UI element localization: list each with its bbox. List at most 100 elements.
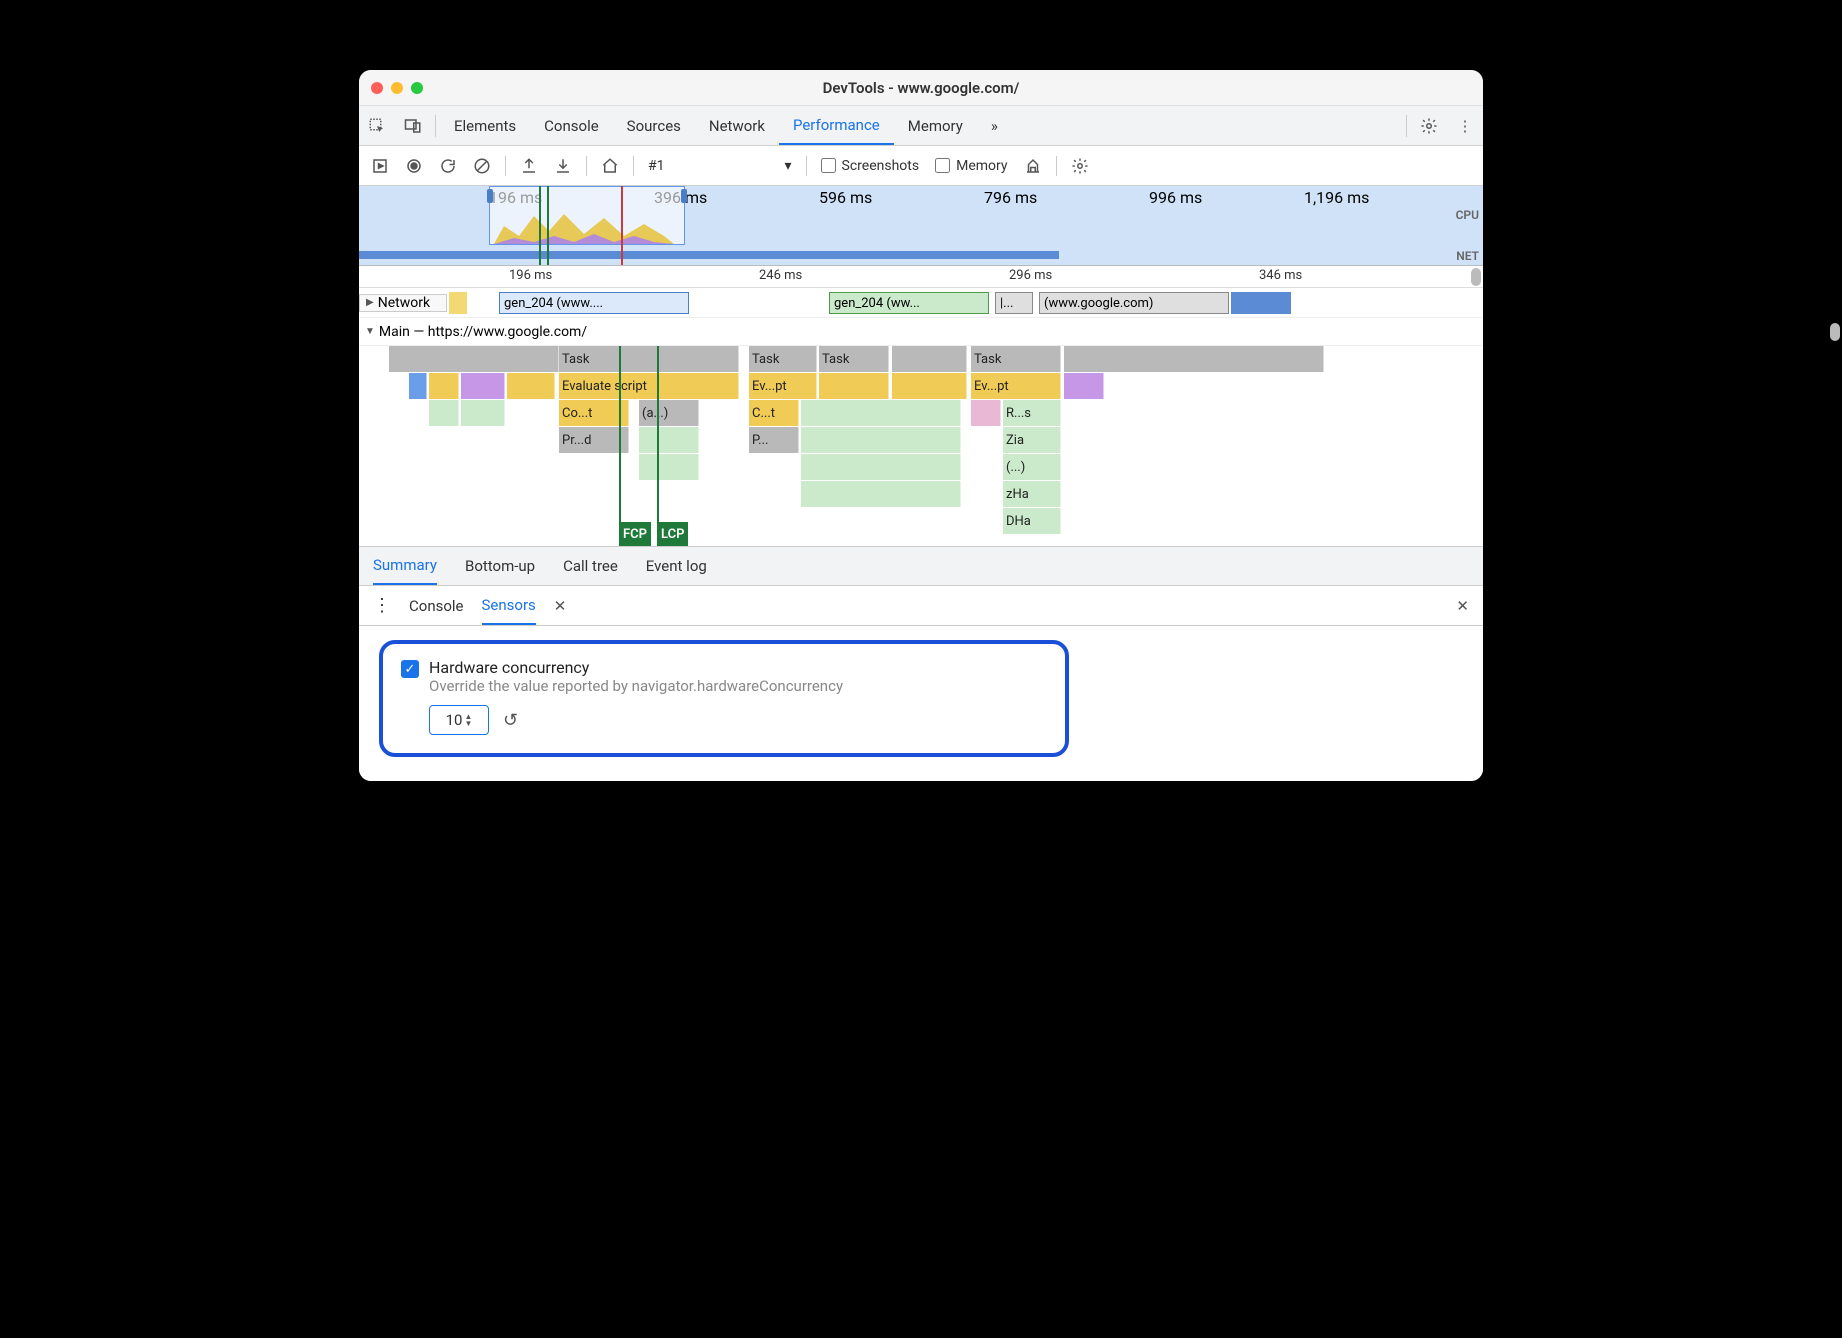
kebab-menu-icon[interactable]: ⋮ — [1447, 117, 1483, 135]
flame-bar[interactable]: zHa — [1003, 481, 1061, 507]
tab-event-log[interactable]: Event log — [646, 547, 707, 585]
memory-checkbox[interactable]: Memory — [935, 158, 1007, 174]
network-request-bar[interactable]: (www.google.com) — [1039, 292, 1229, 314]
home-icon[interactable] — [593, 149, 627, 183]
net-activity — [359, 251, 1059, 259]
flame-bar[interactable]: Ev...pt — [971, 373, 1061, 399]
network-request-bar[interactable]: gen_204 (ww... — [829, 292, 989, 314]
flame-bar[interactable] — [389, 346, 559, 372]
flame-bar[interactable]: R...s — [1003, 400, 1061, 426]
network-track-header[interactable]: ▶Network — [359, 294, 447, 312]
network-track[interactable]: ▶Network gen_204 (www.... gen_204 (ww... |… — [359, 288, 1483, 318]
upload-icon[interactable] — [512, 149, 546, 183]
selection-handle-left[interactable] — [487, 189, 493, 203]
cpu-activity — [494, 206, 674, 244]
overview-pane[interactable]: 196 ms 396 ms 596 ms 796 ms 996 ms 1,196… — [359, 186, 1483, 266]
tab-performance[interactable]: Performance — [779, 106, 894, 145]
close-drawer-icon[interactable]: ✕ — [1456, 597, 1469, 615]
network-request-bar[interactable]: gen_204 (www.... — [499, 292, 689, 314]
tab-network[interactable]: Network — [695, 106, 779, 145]
flame-bar[interactable] — [461, 400, 505, 426]
drawer-tab-sensors[interactable]: Sensors — [482, 586, 536, 625]
flame-bar[interactable] — [819, 373, 889, 399]
hardware-concurrency-input[interactable]: 10 ▲▼ — [429, 705, 489, 735]
close-window-button[interactable] — [371, 82, 383, 94]
flame-bar[interactable] — [892, 373, 967, 399]
flame-bar[interactable] — [639, 427, 699, 453]
reload-record-icon[interactable] — [431, 149, 465, 183]
flame-bar[interactable] — [801, 427, 961, 453]
flame-bar[interactable] — [461, 373, 505, 399]
timing-marker[interactable]: LCP — [657, 522, 688, 546]
recording-select[interactable]: #1▾ — [648, 158, 792, 174]
flame-bar[interactable]: C...t — [749, 400, 799, 426]
timing-marker[interactable]: FCP — [619, 522, 651, 546]
hardware-concurrency-value: 10 — [446, 711, 463, 729]
flame-bar[interactable]: Zia — [1003, 427, 1061, 453]
network-request-bar[interactable]: |... — [995, 292, 1033, 314]
flame-chart[interactable]: TaskTaskTaskTaskEvaluate scriptEv...ptEv… — [359, 346, 1483, 546]
tab-summary[interactable]: Summary — [373, 547, 437, 585]
maximize-window-button[interactable] — [411, 82, 423, 94]
flame-bar[interactable]: Task — [819, 346, 889, 372]
close-drawer-tab-icon[interactable]: ✕ — [554, 597, 567, 615]
network-request-bar[interactable] — [449, 292, 467, 314]
flame-bar[interactable]: (a...) — [639, 400, 699, 426]
tab-call-tree[interactable]: Call tree — [563, 547, 618, 585]
scrollbar-thumb[interactable] — [1471, 268, 1481, 286]
flame-bar[interactable]: Ev...pt — [749, 373, 817, 399]
hardware-concurrency-checkbox[interactable]: ✓ — [401, 660, 419, 678]
record-icon[interactable] — [397, 149, 431, 183]
flame-bar[interactable]: DHa — [1003, 508, 1061, 534]
timing-marker-line — [657, 346, 659, 546]
flame-bar[interactable]: Task — [559, 346, 739, 372]
overview-tick: 596 ms — [819, 188, 872, 207]
flame-bar[interactable] — [801, 454, 961, 480]
overview-marker — [547, 186, 549, 265]
tab-bottom-up[interactable]: Bottom-up — [465, 547, 535, 585]
settings-icon[interactable] — [1411, 117, 1447, 135]
tab-memory[interactable]: Memory — [894, 106, 977, 145]
tab-sources[interactable]: Sources — [613, 106, 695, 145]
download-icon[interactable] — [546, 149, 580, 183]
flame-bar[interactable]: P... — [749, 427, 799, 453]
flame-bar[interactable] — [1064, 373, 1104, 399]
flame-bar[interactable] — [1064, 346, 1324, 372]
clear-icon[interactable] — [465, 149, 499, 183]
flame-bar[interactable] — [801, 400, 961, 426]
reset-icon[interactable]: ↺ — [503, 710, 518, 731]
flame-bar[interactable] — [801, 481, 961, 507]
flame-bar[interactable]: Evaluate script — [559, 373, 739, 399]
selection-handle-right[interactable] — [681, 189, 687, 203]
timeline-ruler: 196 ms 246 ms 296 ms 346 ms — [359, 266, 1483, 288]
capture-settings-icon[interactable] — [1063, 149, 1097, 183]
device-toggle-icon[interactable] — [395, 117, 431, 135]
flame-bar[interactable] — [429, 400, 459, 426]
overview-tick: 1,196 ms — [1304, 188, 1369, 207]
flame-bar[interactable] — [507, 373, 555, 399]
drawer-tab-console[interactable]: Console — [409, 586, 464, 625]
window-title: DevTools - www.google.com/ — [359, 79, 1483, 97]
main-track-header[interactable]: ▼ Main — https://www.google.com/ — [359, 318, 1483, 346]
hardware-concurrency-section: ✓ Hardware concurrency Override the valu… — [379, 640, 1069, 757]
flame-bar[interactable] — [639, 454, 699, 480]
inspect-icon[interactable] — [359, 117, 395, 135]
stepper-icon[interactable]: ▲▼ — [464, 713, 472, 727]
flame-bar[interactable]: Task — [749, 346, 817, 372]
tab-elements[interactable]: Elements — [440, 106, 530, 145]
flame-bar[interactable]: (...) — [1003, 454, 1061, 480]
flame-bar[interactable] — [429, 373, 459, 399]
details-tabs: Summary Bottom-up Call tree Event log — [359, 546, 1483, 586]
tab-console[interactable]: Console — [530, 106, 613, 145]
garbage-collect-icon[interactable] — [1016, 149, 1050, 183]
network-request-bar[interactable] — [1231, 292, 1291, 314]
flame-bar[interactable] — [892, 346, 967, 372]
drawer-menu-icon[interactable]: ⋮ — [373, 595, 391, 616]
screenshots-checkbox[interactable]: Screenshots — [821, 158, 920, 174]
minimize-window-button[interactable] — [391, 82, 403, 94]
tab-overflow[interactable]: » — [977, 106, 1012, 145]
flame-bar[interactable]: Task — [971, 346, 1061, 372]
record-next-icon[interactable] — [363, 149, 397, 183]
flame-bar[interactable] — [971, 400, 1001, 426]
flame-bar[interactable] — [409, 373, 427, 399]
